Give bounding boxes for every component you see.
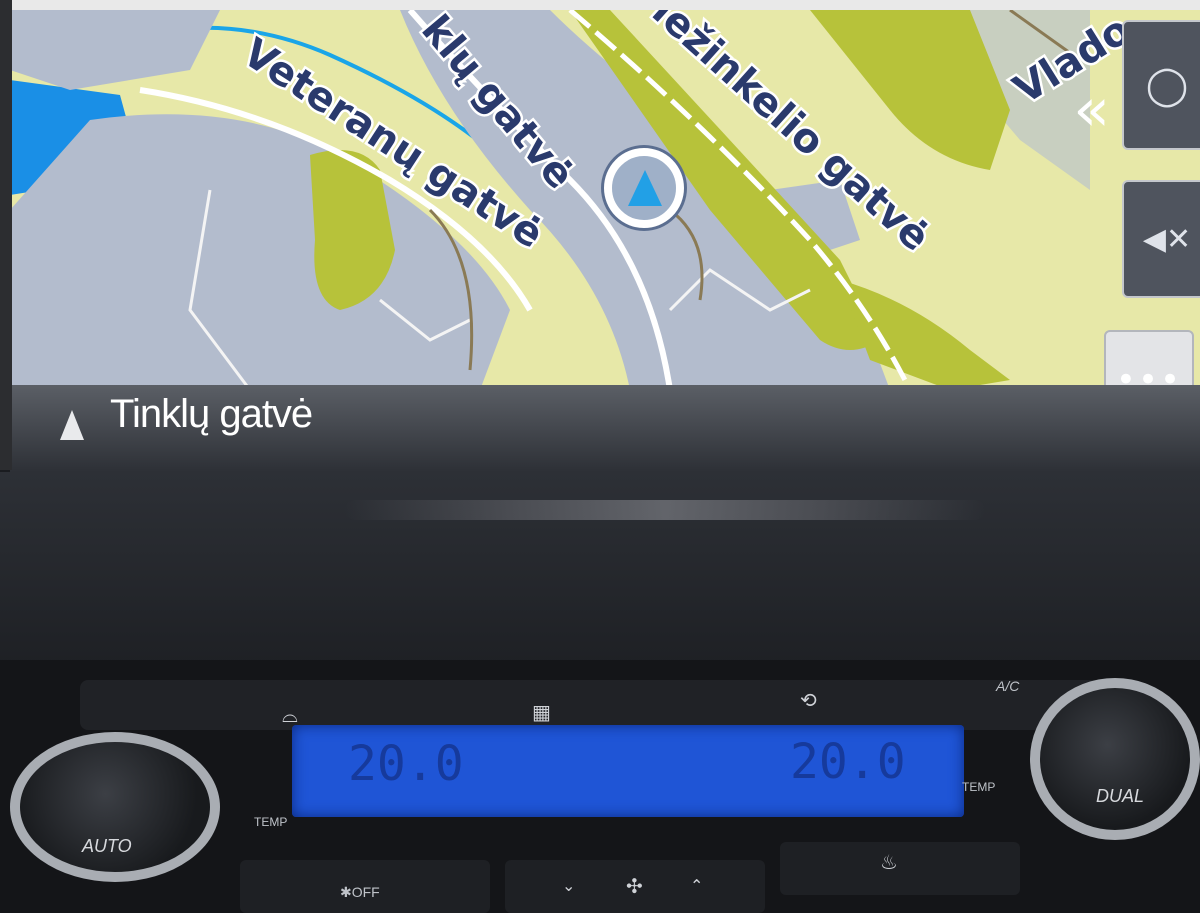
temp-right-label: TEMP — [962, 780, 996, 794]
mute-button[interactable]: ◀✕ — [1122, 180, 1200, 298]
fan-icon: ✣ — [626, 874, 643, 898]
mode-button[interactable] — [780, 842, 1020, 895]
compass-button[interactable]: ◯ — [1122, 20, 1200, 150]
fan-down-icon[interactable]: ⌄ — [562, 876, 575, 895]
current-position-marker — [604, 148, 684, 228]
dashboard-scuff — [345, 500, 985, 520]
fan-off-label: ✱OFF — [340, 884, 380, 900]
temp-left-label: TEMP — [254, 815, 288, 829]
temp-knob-left[interactable] — [10, 732, 220, 882]
temp-knob-right[interactable] — [1030, 678, 1200, 840]
climate-button-row — [80, 680, 1120, 730]
front-defrost-icon[interactable]: ⌓ — [282, 703, 298, 727]
double-chevron-left-icon[interactable]: « — [1073, 80, 1110, 140]
seat-airflow-icon: ♨ — [880, 850, 898, 874]
compass-icon: ◯ — [1145, 63, 1189, 107]
speaker-mute-icon: ◀✕ — [1142, 221, 1192, 257]
navigation-arrow-icon — [628, 170, 662, 206]
temp-left-display: 20.0 — [348, 736, 464, 792]
current-street-name: Tinklų gatvė — [110, 392, 313, 436]
temp-right-display: 20.0 — [790, 734, 906, 790]
road-icon — [60, 410, 84, 440]
dual-button[interactable]: DUAL — [1096, 786, 1144, 807]
auto-button[interactable]: AUTO — [82, 836, 132, 857]
air-recirculation-icon[interactable]: ⟲ — [800, 688, 817, 712]
rear-defrost-icon[interactable]: ▦ — [532, 700, 551, 724]
screen-bezel-left — [0, 0, 12, 470]
ac-button[interactable]: A/C — [996, 678, 1019, 694]
fan-up-icon[interactable]: ⌃ — [690, 876, 703, 895]
